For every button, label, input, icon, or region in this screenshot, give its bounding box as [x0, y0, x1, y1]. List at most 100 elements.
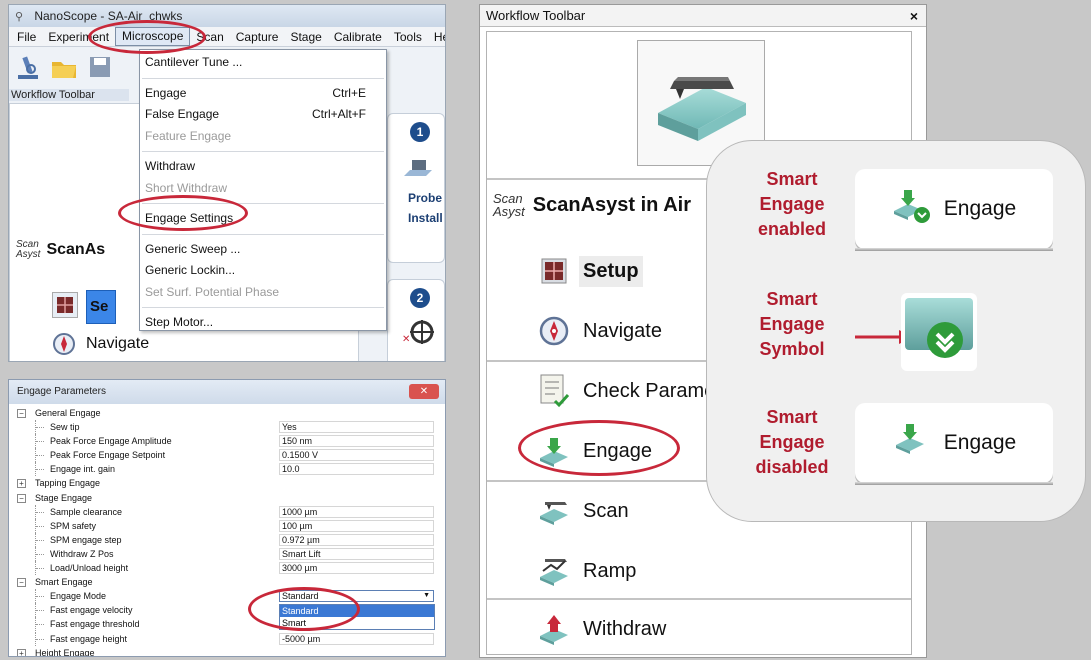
- workflow-item-check-parameters[interactable]: Check Parame: [535, 372, 715, 410]
- divider: [487, 598, 911, 600]
- close-button[interactable]: ✕: [409, 384, 439, 399]
- scanasyst-header: Scan Asyst ScanAsyst in Air: [493, 192, 691, 218]
- collapse-icon: −: [17, 409, 26, 418]
- menu-item-short-withdraw: Short Withdraw: [145, 180, 228, 195]
- setup-label: Setup: [579, 255, 643, 287]
- label-smart-engage-symbol: Smart Engage Symbol: [759, 289, 825, 359]
- param-row: Sample clearance 1000 µm: [9, 504, 445, 519]
- check-parameters-label: Check Parame: [583, 379, 716, 402]
- smart-engage-symbol-icon: [901, 293, 977, 371]
- workflow-toolbar-title: Workflow Toolbar: [486, 8, 586, 23]
- group-general-engage[interactable]: − General Engage: [9, 406, 445, 420]
- withdraw-icon: [535, 610, 573, 648]
- param-value[interactable]: -5000 µm: [279, 632, 434, 645]
- menu-help[interactable]: He: [428, 27, 445, 46]
- menu-calibrate[interactable]: Calibrate: [328, 27, 388, 46]
- menu-separator: [142, 77, 384, 79]
- workflow-item-scan[interactable]: Scan: [535, 492, 629, 530]
- button-underline: [855, 482, 1053, 485]
- window-title: NanoScope - SA-Air_chwks: [34, 9, 183, 23]
- navigate-label: Navigate: [86, 335, 150, 352]
- engage-mode-select[interactable]: Standard ▼: [279, 590, 434, 603]
- step-number: 1: [410, 122, 430, 142]
- menu-stage[interactable]: Stage: [284, 27, 327, 46]
- menu-item-generic-lockin[interactable]: Generic Lockin...: [140, 260, 386, 282]
- step-card-2[interactable]: 2 ✕: [387, 279, 445, 361]
- setup-icon[interactable]: [52, 292, 78, 318]
- param-value[interactable]: 0.1500 V: [279, 449, 434, 462]
- microscope-tool-icon[interactable]: [13, 52, 43, 82]
- group-tapping-engage[interactable]: + Tapping Engage: [9, 476, 445, 490]
- menu-item-withdraw[interactable]: Withdraw: [140, 156, 386, 178]
- param-row: SPM safety 100 µm: [9, 518, 445, 533]
- open-folder-icon[interactable]: [49, 52, 79, 82]
- menu-item-false-engage[interactable]: False Engage Ctrl+Alt+F: [140, 104, 386, 126]
- param-value[interactable]: 100 µm: [279, 519, 434, 532]
- navigate-item[interactable]: Navigate: [52, 332, 149, 356]
- param-value[interactable]: Smart Lift: [279, 547, 434, 560]
- smart-engage-icon: [892, 187, 932, 231]
- setup-button[interactable]: Se: [86, 290, 116, 324]
- engage-icon: [892, 421, 932, 465]
- menubar: File Experiment Microscope Scan Capture …: [9, 27, 445, 47]
- group-smart-engage[interactable]: − Smart Engage: [9, 575, 445, 589]
- step-card-probe[interactable]: 1 Probe Install: [387, 113, 445, 263]
- workflow-item-setup[interactable]: Setup: [535, 252, 643, 290]
- menu-scan[interactable]: Scan: [190, 27, 229, 46]
- dropdown-arrow-icon: ▼: [423, 592, 430, 600]
- workflow-item-ramp[interactable]: Ramp: [535, 552, 636, 590]
- label-smart-engage-disabled: Smart Engage disabled: [755, 407, 829, 477]
- menu-item-step-motor[interactable]: Step Motor...: [140, 312, 386, 334]
- param-row: Load/Unload height 3000 µm: [9, 561, 445, 576]
- param-value[interactable]: 3000 µm: [279, 562, 434, 575]
- param-value[interactable]: 0.972 µm: [279, 533, 434, 546]
- menu-item-engage-settings[interactable]: Engage Settings: [140, 208, 386, 230]
- group-height-engage[interactable]: + Height Engage: [9, 646, 445, 656]
- menu-item-engage[interactable]: Engage Ctrl+E: [140, 83, 386, 105]
- param-value[interactable]: 10.0: [279, 463, 434, 476]
- engage-label: Engage: [583, 439, 652, 462]
- workflow-item-engage[interactable]: Engage: [535, 432, 652, 470]
- expand-icon: +: [17, 479, 26, 489]
- ramp-label: Ramp: [583, 559, 637, 582]
- menu-microscope[interactable]: Microscope: [115, 27, 191, 46]
- scanasyst-logo: Scan Asyst: [493, 191, 525, 219]
- option-standard[interactable]: Standard: [280, 605, 434, 617]
- engage-text: Engage: [943, 431, 1017, 454]
- setup-icon: [535, 252, 573, 290]
- menu-item-cantilever-tune[interactable]: Cantilever Tune ...: [140, 52, 386, 74]
- navigate-label: Navigate: [583, 319, 662, 342]
- group-stage-engage[interactable]: − Stage Engage: [9, 491, 445, 505]
- scan-label: Scan: [583, 499, 629, 522]
- menu-experiment[interactable]: Experiment: [42, 27, 115, 46]
- menu-tools[interactable]: Tools: [388, 27, 428, 46]
- menu-capture[interactable]: Capture: [230, 27, 285, 46]
- menu-file[interactable]: File: [11, 27, 42, 46]
- scanasyst-title: ScanAs: [46, 241, 106, 258]
- save-icon[interactable]: [85, 52, 115, 82]
- param-value[interactable]: 1000 µm: [279, 505, 434, 518]
- svg-text:✕: ✕: [402, 334, 410, 345]
- workflow-item-navigate[interactable]: Navigate: [535, 312, 662, 350]
- param-row: Peak Force Engage Setpoint 0.1500 V: [9, 448, 445, 463]
- menu-item-generic-sweep[interactable]: Generic Sweep ...: [140, 239, 386, 261]
- workflow-toolbar-label: Workflow Toolbar: [9, 89, 129, 101]
- param-value[interactable]: Yes: [279, 421, 434, 434]
- workflow-item-withdraw[interactable]: Withdraw: [535, 610, 666, 648]
- expand-icon: +: [17, 648, 26, 656]
- compass-icon: [535, 312, 573, 350]
- param-value[interactable]: 150 nm: [279, 435, 434, 448]
- scanasyst-header: Scan Asyst ScanAs: [16, 240, 105, 260]
- close-icon[interactable]: ×: [910, 5, 918, 27]
- engage-button-smart-enabled: Engage: [855, 169, 1053, 251]
- probe-icon: [400, 154, 444, 188]
- scanasyst-title: ScanAsyst in Air: [532, 193, 691, 216]
- collapse-icon: −: [17, 493, 26, 503]
- menu-item-set-surf-potential: Set Surf. Potential Phase: [145, 284, 280, 299]
- menu-separator: [142, 233, 384, 235]
- param-row: Peak Force Engage Amplitude 150 nm: [9, 434, 445, 449]
- menu-separator: [142, 203, 384, 204]
- menu-separator: [142, 151, 384, 152]
- option-smart[interactable]: Smart: [280, 617, 434, 629]
- param-row: Engage int. gain 10.0: [9, 462, 445, 477]
